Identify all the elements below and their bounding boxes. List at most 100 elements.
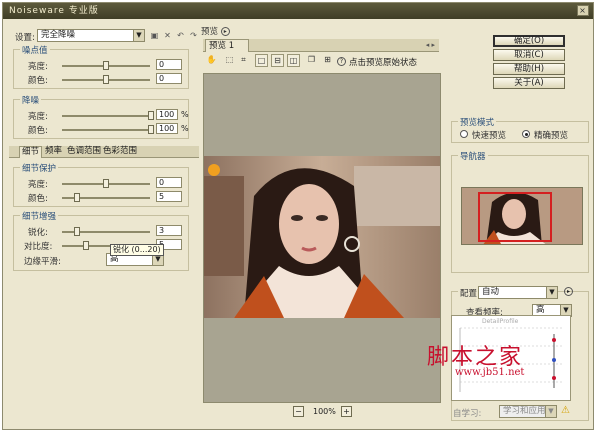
preview-toolbar: ✋ ⬚ ⌗ □ ⊟ ◫ ❐ ⊞ ? 点击预览原始状态 xyxy=(203,53,439,69)
fast-preview-radio[interactable] xyxy=(460,130,468,138)
denoise-color-label: 颜色: xyxy=(28,126,48,136)
close-icon[interactable]: × xyxy=(577,5,589,16)
help-button[interactable]: 帮助(H) xyxy=(493,63,565,75)
detail-enhance-group: 细节增强 锐化: 3 对比度: 5 边缘平滑: 高 ▼ 锐化 (0...20) xyxy=(13,210,189,271)
chevron-down-icon[interactable]: ▼ xyxy=(546,287,557,298)
view-frequency-value: 高 xyxy=(536,305,545,315)
protect-luma-label: 亮度: xyxy=(28,180,48,190)
preview-title: 预览 xyxy=(201,27,219,37)
protect-color-input[interactable]: 5 xyxy=(156,191,182,202)
slider-thumb[interactable] xyxy=(74,193,81,202)
accurate-preview-label: 精确预览 xyxy=(534,131,569,141)
preset-label: 设置: xyxy=(15,33,35,43)
preset-select[interactable]: 完全降噪 ▼ xyxy=(37,29,145,42)
crop-icon[interactable]: ⌗ xyxy=(237,54,250,67)
split-horizontal-icon[interactable]: ⊟ xyxy=(271,54,284,67)
window-title: Noiseware 专业版 xyxy=(9,6,99,16)
hand-icon[interactable]: ✋ xyxy=(205,54,218,67)
detail-protect-title: 细节保护 xyxy=(20,162,59,174)
single-view-icon[interactable]: □ xyxy=(255,54,268,67)
preview-header: 预览 ▸ xyxy=(201,25,230,37)
ok-button[interactable]: 确定(O) xyxy=(493,35,565,47)
slider-thumb[interactable] xyxy=(103,61,109,70)
play-icon[interactable]: ▸ xyxy=(220,27,230,36)
denoise-group: 降噪 亮度: 100 % 颜色: 100 % xyxy=(13,94,189,139)
slider-thumb[interactable] xyxy=(103,179,109,188)
protect-luma-slider[interactable] xyxy=(62,179,150,188)
tab-tone-range[interactable]: 色调范围 xyxy=(65,146,103,158)
tab-frequency[interactable]: 频率 xyxy=(43,146,64,158)
sharpen-input[interactable]: 3 xyxy=(156,225,182,236)
about-button[interactable]: 关于(A) xyxy=(493,77,565,89)
slider-thumb[interactable] xyxy=(82,241,89,250)
preview-canvas[interactable] xyxy=(203,73,441,403)
self-learn-select[interactable]: 学习和应用 ▼ xyxy=(499,405,557,418)
denoise-luma-label: 亮度: xyxy=(28,112,48,122)
cancel-button[interactable]: 取消(C) xyxy=(493,49,565,61)
portrait-image xyxy=(204,156,440,318)
tab-preview-1[interactable]: 预览 1 xyxy=(205,39,249,52)
threshold-luma-label: 亮度: xyxy=(28,62,48,72)
navigator-view-frame[interactable] xyxy=(478,192,552,242)
denoise-color-slider[interactable] xyxy=(62,125,154,134)
copy-icon[interactable]: ❐ xyxy=(305,54,318,67)
protect-luma-input[interactable]: 0 xyxy=(156,177,182,188)
sharpen-label: 锐化: xyxy=(28,228,48,238)
denoise-luma-input[interactable]: 100 xyxy=(156,109,178,120)
slider-thumb[interactable] xyxy=(148,125,154,134)
threshold-color-input[interactable]: 0 xyxy=(156,73,182,84)
self-learn-label: 自学习: xyxy=(453,409,482,419)
slider-thumb[interactable] xyxy=(103,75,109,84)
chevron-down-icon[interactable]: ▼ xyxy=(545,406,556,417)
save-icon[interactable]: ▣ xyxy=(149,30,160,41)
denoise-title: 降噪 xyxy=(20,94,42,106)
preview-panel: 预览 ▸ 预览 1 ◂ ▸ ✋ ⬚ ⌗ □ ⊟ ◫ ❐ ⊞ ? 点击预览原始状态 xyxy=(201,25,443,425)
threshold-title: 噪点值 xyxy=(20,44,50,56)
preview-hint: 点击预览原始状态 xyxy=(349,58,418,68)
edge-smooth-label: 边缘平滑: xyxy=(24,257,61,267)
accurate-preview-radio[interactable] xyxy=(522,130,530,138)
undo-icon[interactable]: ↶ xyxy=(175,30,186,41)
denoise-color-input[interactable]: 100 xyxy=(156,123,178,134)
watermark-url: www.jb51.net xyxy=(455,367,525,378)
config-select[interactable]: 自动 ▼ xyxy=(478,286,558,299)
title-bar: Noiseware 专业版 × xyxy=(3,3,593,19)
protect-color-slider[interactable] xyxy=(62,193,150,202)
navigator-title: 导航器 xyxy=(458,150,488,162)
denoise-luma-slider[interactable] xyxy=(62,111,154,120)
fast-preview-label: 快速预览 xyxy=(472,131,507,141)
tab-nav-arrows[interactable]: ◂ ▸ xyxy=(426,39,435,51)
delete-icon[interactable]: ✕ xyxy=(162,30,173,41)
tab-color-range[interactable]: 色彩范围 xyxy=(101,146,139,158)
threshold-color-label: 颜色: xyxy=(28,76,48,86)
sharpen-slider[interactable] xyxy=(62,227,150,236)
navigator-thumbnail[interactable] xyxy=(461,187,583,245)
threshold-group: 噪点值 亮度: 0 颜色: 0 xyxy=(13,44,189,89)
select-icon[interactable]: ⬚ xyxy=(223,54,236,67)
split-vertical-icon[interactable]: ◫ xyxy=(287,54,300,67)
sharpen-tooltip: 锐化 (0...20) xyxy=(110,244,164,256)
zoom-level: 100% xyxy=(313,407,336,416)
zoom-out-button[interactable]: − xyxy=(293,406,304,417)
threshold-luma-input[interactable]: 0 xyxy=(156,59,182,70)
help-icon[interactable]: ? xyxy=(337,57,346,66)
tab-detail[interactable]: 细节 xyxy=(19,146,43,158)
save-preview-icon[interactable]: ⊞ xyxy=(321,54,334,67)
slider-thumb[interactable] xyxy=(148,111,154,120)
detail-tabs: 细节 频率 色调范围 色彩范围 xyxy=(9,146,199,158)
slider-thumb[interactable] xyxy=(74,227,81,236)
zoom-in-button[interactable]: + xyxy=(341,406,352,417)
preset-value: 完全降噪 xyxy=(41,30,76,40)
config-value: 自动 xyxy=(482,287,500,297)
percent-unit: % xyxy=(181,110,189,119)
play-icon[interactable]: ▸ xyxy=(564,287,573,296)
percent-unit: % xyxy=(181,124,189,133)
redo-icon[interactable]: ↷ xyxy=(188,30,199,41)
threshold-color-slider[interactable] xyxy=(62,75,150,84)
chevron-down-icon[interactable]: ▼ xyxy=(133,30,144,41)
detail-enhance-title: 细节增强 xyxy=(20,210,59,222)
preview-mode-title: 预览模式 xyxy=(458,116,497,128)
threshold-luma-slider[interactable] xyxy=(62,61,150,70)
protect-color-label: 颜色: xyxy=(28,194,48,204)
contrast-label: 对比度: xyxy=(24,242,53,252)
